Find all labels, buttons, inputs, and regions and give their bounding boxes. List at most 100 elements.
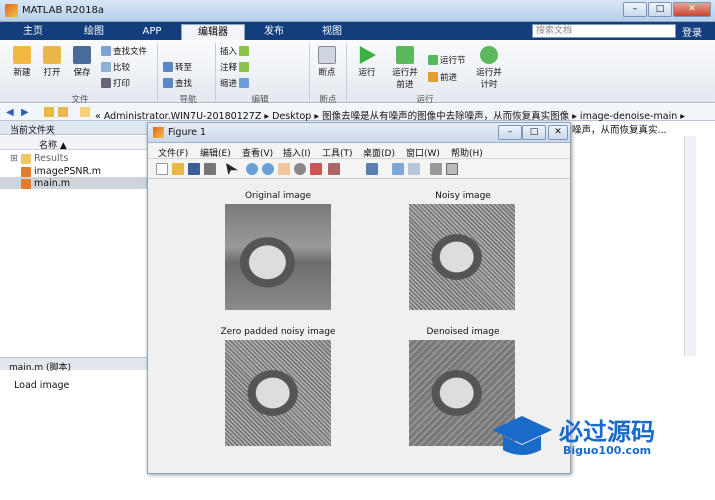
save-icon — [73, 46, 91, 64]
menu-file[interactable]: 文件(F) — [158, 146, 188, 159]
print-button[interactable]: 打印 — [101, 77, 130, 89]
colorbar-icon[interactable] — [392, 163, 404, 175]
save-icon[interactable] — [188, 163, 200, 175]
up-folder-icon[interactable] — [44, 107, 54, 117]
menu-help[interactable]: 帮助(H) — [451, 146, 483, 159]
search-icon — [163, 78, 173, 88]
tab-apps[interactable]: APP — [132, 24, 172, 40]
run-section-icon — [428, 55, 438, 65]
zoom-in-icon[interactable] — [246, 163, 258, 175]
run-and-advance-button[interactable]: 运行并 前进 — [386, 46, 424, 90]
indent-button[interactable]: 缩进 — [220, 77, 250, 89]
play-icon — [359, 46, 376, 64]
menu-edit[interactable]: 编辑(E) — [200, 146, 231, 159]
group-separator — [157, 43, 158, 101]
details-header: main.m (脚本) — [0, 357, 148, 373]
compare-button[interactable]: 比较 — [101, 61, 130, 73]
figure-maximize-button[interactable]: □ — [522, 125, 546, 140]
maximize-button[interactable]: □ — [648, 2, 672, 17]
title-bar: MATLAB R2018a – □ ✕ — [0, 0, 715, 22]
figure-menubar: 文件(F) 编辑(E) 查看(V) 插入(I) 工具(T) 桌面(D) 窗口(W… — [148, 143, 570, 159]
find-files-button[interactable]: 查找文件 — [101, 45, 147, 57]
watermark-logo: 必过源码 Biguo100.com — [487, 410, 687, 462]
run-section-button[interactable]: 运行节 — [428, 54, 466, 66]
link-plot-icon[interactable] — [366, 163, 378, 175]
group-separator — [215, 43, 216, 101]
plot-title: Noisy image — [435, 191, 491, 201]
search-documentation-input[interactable]: 搜索文档 — [532, 24, 676, 38]
print-icon[interactable] — [204, 163, 216, 175]
goto-icon — [163, 62, 173, 72]
current-path[interactable]: « Administrator.WIN7U-20180127Z ▸ Deskto… — [95, 108, 685, 122]
minimize-button[interactable]: – — [623, 2, 647, 17]
hide-plot-tools-icon[interactable] — [430, 163, 442, 175]
vertical-scrollbar[interactable] — [684, 136, 696, 356]
run-button[interactable]: 运行 — [352, 46, 382, 78]
open-icon[interactable] — [172, 163, 184, 175]
folder-icon — [21, 153, 31, 164]
find-files-icon — [101, 46, 111, 56]
tab-home[interactable]: 主页 — [14, 24, 52, 40]
current-folder-header: 当前文件夹 — [0, 121, 148, 136]
command-output: Load image — [14, 380, 70, 391]
figure-close-button[interactable]: ✕ — [548, 125, 568, 140]
new-figure-icon[interactable] — [156, 163, 168, 175]
menu-tools[interactable]: 工具(T) — [322, 146, 353, 159]
rotate-icon[interactable] — [294, 163, 306, 175]
tab-publish[interactable]: 发布 — [254, 24, 294, 40]
comment-button[interactable]: 注释 — [220, 61, 250, 73]
folder-icon — [80, 107, 90, 117]
close-button[interactable]: ✕ — [673, 2, 711, 17]
find-button[interactable]: 查找 — [163, 77, 192, 89]
tab-plots[interactable]: 绘图 — [74, 24, 114, 40]
name-column-header[interactable]: 名称 ▲ — [0, 136, 148, 151]
forward-arrow-icon[interactable]: ▶ — [21, 107, 29, 118]
plot-title: Zero padded noisy image — [220, 327, 336, 337]
menu-insert[interactable]: 插入(I) — [283, 146, 311, 159]
login-link[interactable]: 登录 — [682, 24, 702, 39]
save-button[interactable]: 保存 — [68, 46, 96, 78]
run-and-time-button[interactable]: 运行并 计时 — [472, 46, 506, 90]
app-title: MATLAB R2018a — [22, 5, 105, 16]
logo-en-text: Biguo100.com — [563, 444, 652, 457]
figure-minimize-button[interactable]: – — [498, 125, 522, 140]
comment-icon — [239, 62, 250, 72]
data-cursor-icon[interactable] — [310, 163, 322, 175]
plot-title: Denoised image — [426, 327, 500, 337]
browse-folder-icon[interactable] — [58, 107, 68, 117]
expand-icon[interactable]: ⊞ — [10, 153, 18, 164]
folder-icon — [43, 46, 61, 64]
advance-button[interactable]: 前进 — [428, 71, 457, 83]
insert-icon — [239, 46, 250, 56]
new-button[interactable]: 新建 — [8, 46, 36, 78]
show-plot-tools-icon[interactable] — [446, 163, 458, 175]
breakpoint-icon — [318, 46, 336, 64]
plot-title: Original image — [244, 191, 312, 201]
figure-title-bar: Figure 1 – □ ✕ — [148, 123, 570, 143]
menu-window[interactable]: 窗口(W) — [406, 146, 440, 159]
tab-editor[interactable]: 编辑器 — [181, 24, 245, 40]
figure-toolbar — [148, 159, 570, 179]
list-item[interactable]: ⊞ Results — [10, 152, 68, 165]
menu-desktop[interactable]: 桌面(D) — [363, 146, 395, 159]
pointer-icon[interactable] — [226, 163, 238, 175]
list-item[interactable]: main.m — [10, 177, 70, 190]
logo-cn-text: 必过源码 — [559, 418, 655, 446]
zoom-out-icon[interactable] — [262, 163, 274, 175]
tab-view[interactable]: 视图 — [312, 24, 352, 40]
brush-icon[interactable] — [328, 163, 340, 175]
matlab-logo-icon — [5, 4, 18, 17]
legend-icon[interactable] — [408, 163, 420, 175]
back-arrow-icon[interactable]: ◀ — [6, 107, 14, 118]
advance-icon — [428, 72, 438, 82]
new-icon — [13, 46, 31, 64]
open-button[interactable]: 打开 — [38, 46, 66, 78]
menu-view[interactable]: 查看(V) — [242, 146, 273, 159]
figure-title: Figure 1 — [168, 127, 207, 138]
noisy-image — [409, 204, 515, 310]
breakpoints-button[interactable]: 断点 — [313, 46, 341, 78]
printer-icon — [101, 78, 111, 88]
goto-button[interactable]: 转至 — [163, 61, 192, 73]
pan-icon[interactable] — [278, 163, 290, 175]
insert-button[interactable]: 插入 — [220, 45, 250, 57]
